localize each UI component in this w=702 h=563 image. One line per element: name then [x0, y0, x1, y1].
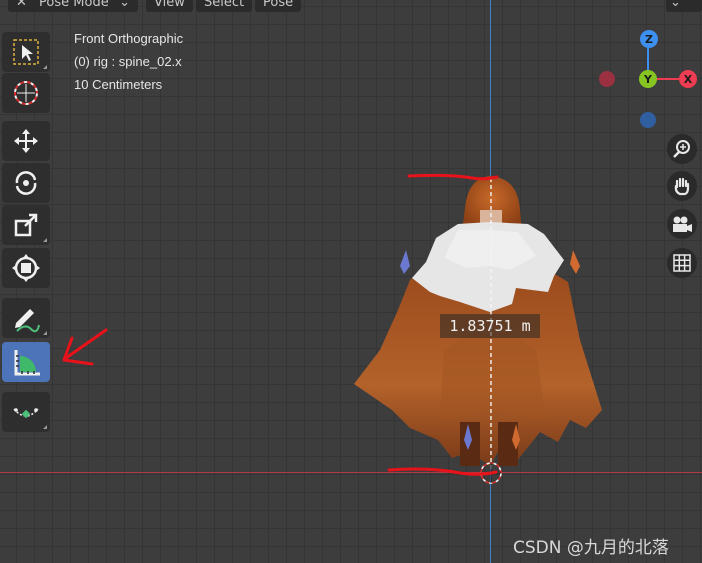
watermark: CSDN @九月的北落	[513, 538, 669, 558]
object-info: (0) rig : spine_02.x	[74, 54, 182, 69]
grid-icon	[673, 254, 691, 272]
ortho-toggle-button[interactable]	[667, 248, 697, 278]
tool-select-box[interactable]	[2, 32, 50, 72]
tool-measure[interactable]	[2, 342, 50, 382]
scale-icon	[14, 213, 38, 237]
transform-icon	[12, 254, 40, 282]
mode-label: Pose Mode	[39, 0, 109, 10]
select-box-icon	[13, 39, 39, 65]
tool-annotate[interactable]	[2, 298, 50, 338]
chevron-down-icon: ⌄	[119, 0, 130, 10]
menu-view[interactable]: View	[146, 0, 193, 12]
tool-cursor[interactable]	[2, 73, 50, 113]
gizmo-x-axis[interactable]: X	[679, 70, 697, 88]
gizmo-neg-z-axis[interactable]	[640, 112, 656, 128]
rotate-icon	[15, 171, 37, 195]
tool-move[interactable]	[2, 121, 50, 161]
zoom-button[interactable]	[667, 134, 697, 164]
zoom-icon	[673, 140, 690, 158]
gizmo-neg-x-axis[interactable]	[599, 71, 615, 87]
tool-scale[interactable]	[2, 205, 50, 245]
tool-rotate[interactable]	[2, 163, 50, 203]
annotate-icon	[15, 309, 40, 333]
overlay-dropdown[interactable]: ⌄	[666, 0, 702, 12]
viewport-header: ✕ Pose Mode ⌄ View Select Pose ⌄	[0, 0, 702, 12]
view-name: Front Orthographic	[74, 31, 184, 46]
gizmo-z-axis[interactable]: Z	[640, 30, 658, 48]
tool-transform[interactable]	[2, 248, 50, 288]
measure-icon	[14, 350, 40, 376]
menu-pose[interactable]: Pose	[255, 0, 302, 12]
grid-scale: 10 Centimeters	[74, 77, 163, 92]
move-icon	[14, 129, 38, 153]
overlay-icon: ⌄	[670, 0, 681, 10]
mode-dropdown[interactable]: ✕ Pose Mode ⌄	[8, 0, 138, 12]
pan-button[interactable]	[667, 171, 697, 201]
hand-icon	[674, 177, 690, 196]
menu-select[interactable]: Select	[196, 0, 253, 12]
cursor-icon	[14, 81, 38, 105]
measurement-label: 1.83751 m	[440, 314, 540, 338]
tool-bone-size[interactable]	[2, 392, 50, 432]
camera-view-button[interactable]	[667, 209, 697, 239]
gizmo-y-axis[interactable]: Y	[639, 70, 657, 88]
camera-icon	[673, 216, 692, 232]
pose-mode-icon: ✕	[16, 0, 27, 10]
bone-size-icon	[13, 408, 39, 419]
